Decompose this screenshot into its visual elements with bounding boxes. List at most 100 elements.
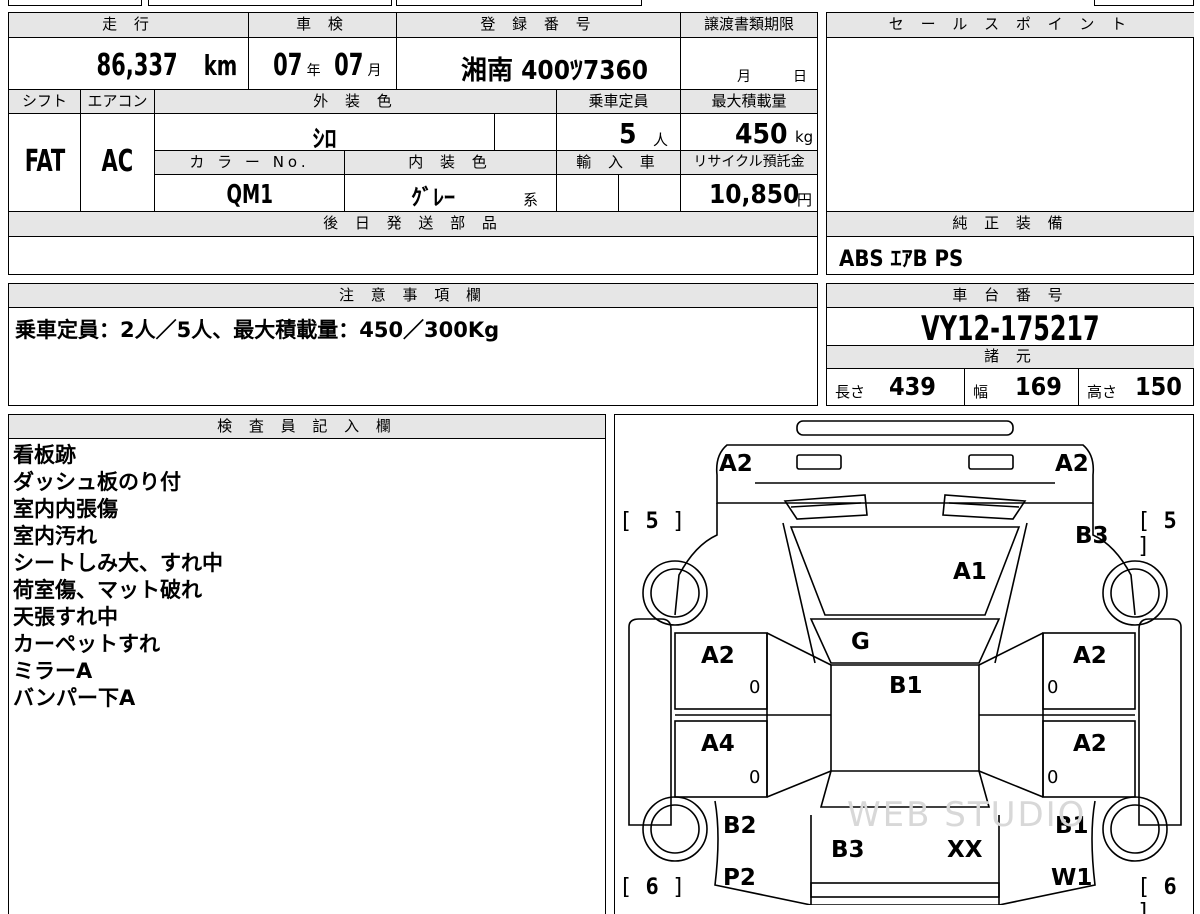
tire-front-left-value: 5: [645, 509, 659, 534]
tire-rear-left-value: 6: [645, 875, 659, 900]
capacity-header: 乗車定員: [557, 90, 681, 114]
chassis-box: 車 台 番 号 VY12-175217 諸 元 長さ 439 幅 169 高さ …: [826, 283, 1194, 406]
spec-length-cell: 長さ 439: [827, 369, 965, 406]
deadline-cell: 月 日: [681, 38, 818, 90]
damage-door-front-left-small: 0: [749, 677, 761, 698]
import-cell-2: [619, 175, 681, 212]
interior-header: 内 装 色: [345, 151, 557, 175]
deadline-header: 譲渡書類期限: [681, 13, 818, 38]
damage-windshield: G: [851, 629, 870, 655]
damage-door-front-right: A2: [1073, 643, 1107, 669]
inspector-line: ダッシュ板のり付: [13, 470, 181, 494]
recycle-value: 10,850: [709, 180, 800, 210]
tire-front-right-value: 5: [1163, 509, 1177, 534]
shift-cell: FAT: [9, 114, 81, 212]
spec-width-label: 幅: [973, 383, 989, 401]
notes-header: 注 意 事 項 欄: [9, 284, 817, 308]
damage-door-rear-left-small: 0: [749, 767, 761, 788]
inspector-line: ミラーA: [13, 659, 93, 683]
registration-cell: 湘南 400ﾂ7360: [397, 38, 681, 90]
color-no-header: カ ラ ー No.: [155, 151, 345, 175]
spec-length-value: 439: [889, 372, 936, 401]
spec-height-cell: 高さ 150: [1079, 369, 1194, 406]
tire-front-right-bracket: [ 5 ]: [1137, 509, 1177, 559]
chassis-value: VY12-175217: [921, 309, 1100, 346]
exterior-header: 外 装 色: [155, 90, 557, 114]
damage-door-front-left: A2: [701, 643, 735, 669]
notes-box: 注 意 事 項 欄 乗車定員：2人／5人、最大積載量：450／300Kg: [8, 283, 818, 406]
registration-value: 湘南 400ﾂ7360: [461, 56, 649, 86]
damage-roof: B1: [889, 673, 923, 699]
inspection-header: 車 検: [249, 13, 397, 38]
standard-equipment-header: 純 正 装 備: [827, 212, 1194, 237]
vehicle-info-table: 走 行 車 検 登 録 番 号 譲渡書類期限 86,337 km 07 年 07 月…: [8, 12, 818, 275]
watermark: WEB STUDIO: [847, 795, 1087, 835]
mileage-cell: 86,337 km: [9, 38, 249, 90]
tire-rear-right-bracket: [ 6 ]: [1137, 875, 1177, 914]
tire-rear-left-bracket: [ 6 ]: [619, 875, 686, 900]
inspector-line: 室内内張傷: [13, 497, 118, 521]
inspection-year-unit: 年: [306, 63, 321, 79]
damage-rear-fender-left: B2: [723, 813, 757, 839]
inspector-line: 室内汚れ: [13, 524, 97, 548]
inspector-line: 荷室傷、マット破れ: [13, 578, 202, 602]
damage-rear-center-right: XX: [947, 837, 983, 863]
deadline-day-unit: 日: [793, 69, 807, 85]
inspector-line: シートしみ大、すれ中: [13, 551, 223, 575]
damage-door-front-right-small: 0: [1047, 677, 1059, 698]
damage-door-rear-left: A4: [701, 731, 735, 757]
ac-header: エアコン: [81, 90, 155, 114]
ac-value: AC: [101, 144, 134, 179]
exterior-extra-cell: [495, 114, 557, 151]
sales-point-body: [827, 38, 1194, 212]
inspector-line: カーペットすれ: [13, 632, 160, 656]
color-no-value: QM1: [226, 180, 273, 210]
chassis-header: 車 台 番 号: [827, 284, 1194, 308]
deadline-month-unit: 月: [737, 69, 751, 85]
damage-rear-right: W1: [1051, 865, 1093, 891]
inspector-header: 検 査 員 記 入 欄: [9, 415, 605, 439]
damage-hood: A1: [953, 559, 987, 585]
inspection-cell: 07 年 07 月: [249, 38, 397, 90]
load-cell: 450 kg: [681, 114, 818, 151]
damage-fender-right: B3: [1075, 523, 1109, 549]
capacity-unit: 人: [653, 131, 669, 149]
spec-width-cell: 幅 169: [965, 369, 1079, 406]
registration-header: 登 録 番 号: [397, 13, 681, 38]
inspector-line: 看板跡: [13, 443, 76, 467]
tire-front-left-bracket: [ 5 ]: [619, 509, 686, 534]
inspector-line: 天張すれ中: [13, 605, 118, 629]
sales-point-box: セ ー ル ス ポ イ ン ト 純 正 装 備 ABS ｴｱB PS: [826, 12, 1194, 275]
color-no-cell: QM1: [155, 175, 345, 212]
load-unit: kg: [795, 128, 814, 146]
spec-height-label: 高さ: [1087, 383, 1118, 401]
later-parts-header: 後 日 発 送 部 品: [9, 212, 818, 237]
mileage-header: 走 行: [9, 13, 249, 38]
specs-header: 諸 元: [827, 346, 1194, 369]
interior-suffix: 系: [523, 191, 539, 209]
spec-length-label: 長さ: [835, 383, 866, 401]
damage-door-rear-right: A2: [1073, 731, 1107, 757]
damage-rear-center: B3: [831, 837, 865, 863]
ac-cell: AC: [81, 114, 155, 212]
damage-door-rear-right-small: 0: [1047, 767, 1059, 788]
damage-diagram-box: A2 A2 [ 5 ] [ 5 ] B3 A1 G B1 A2 0 A2 0 A…: [614, 414, 1194, 914]
damage-rear-left: P2: [723, 865, 756, 891]
sales-point-header: セ ー ル ス ポ イ ン ト: [827, 13, 1194, 38]
later-parts-cell: [9, 237, 818, 275]
damage-front-right: A2: [1055, 451, 1089, 477]
mileage-unit: km: [203, 49, 238, 82]
top-strip-cell: [148, 0, 392, 6]
inspection-month-unit: 月: [367, 63, 382, 79]
mileage-value: 86,337: [96, 48, 179, 83]
recycle-unit: 円: [797, 191, 813, 209]
recycle-cell: 10,850 円: [681, 175, 818, 212]
load-header: 最大積載量: [681, 90, 818, 114]
shift-value: FAT: [24, 144, 65, 179]
inspector-box: 検 査 員 記 入 欄 看板跡 ダッシュ板のり付 室内内張傷 室内汚れ シートし…: [8, 414, 606, 914]
inspector-list: 看板跡 ダッシュ板のり付 室内内張傷 室内汚れ シートしみ大、すれ中 荷室傷、マ…: [13, 442, 223, 712]
top-strip-cell: [396, 0, 642, 6]
top-strip-cell: [1094, 0, 1194, 6]
import-header: 輸 入 車: [557, 151, 681, 175]
spec-height-value: 150: [1135, 372, 1182, 401]
